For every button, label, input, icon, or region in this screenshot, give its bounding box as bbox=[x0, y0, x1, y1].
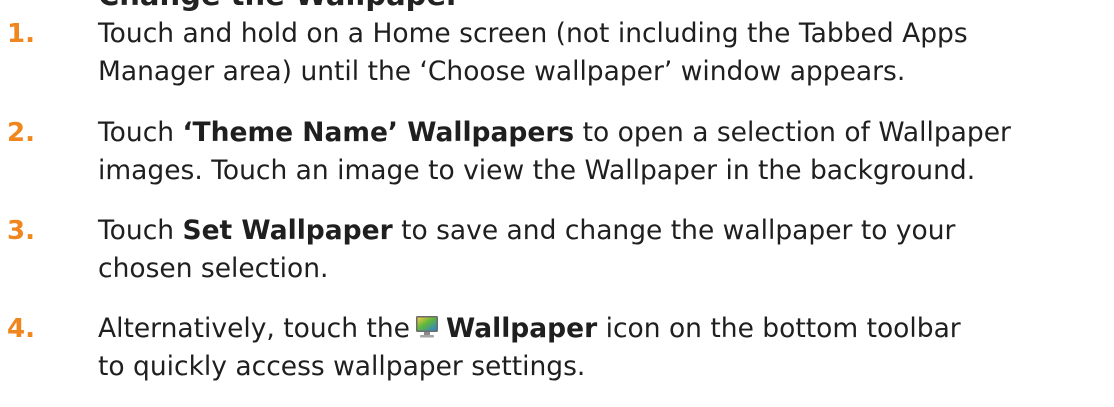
step-number: 2. bbox=[7, 118, 35, 148]
instructions-page: Change the Wallpaper 1. Touch and hold o… bbox=[0, 0, 1114, 407]
step-text-plain: to save and change the wallpaper to your bbox=[392, 215, 956, 246]
step-line: Touch and hold on a Home screen (not inc… bbox=[98, 18, 968, 49]
step-line: Alternatively, touch the Wallpaper icon … bbox=[98, 310, 1108, 348]
wallpaper-icon bbox=[414, 313, 440, 339]
step-text-bold: Wallpaper bbox=[445, 313, 598, 344]
step-line: images. Touch an image to view the Wallp… bbox=[98, 155, 976, 186]
step-text: Touch and hold on a Home screen (not inc… bbox=[98, 15, 1108, 91]
step-number: 4. bbox=[7, 314, 35, 344]
section-heading: Change the Wallpaper bbox=[98, 0, 460, 12]
step-line: Touch Set Wallpaper to save and change t… bbox=[98, 212, 1108, 250]
step-text-bold: ‘Theme Name’ Wallpapers bbox=[182, 117, 575, 148]
step-number: 1. bbox=[7, 19, 35, 49]
step-text-plain: Touch bbox=[98, 117, 183, 148]
step-text: Touch Set Wallpaper to save and change t… bbox=[98, 212, 1108, 288]
step-line: Touch ‘Theme Name’ Wallpapers to open a … bbox=[98, 114, 1108, 152]
step-text: Touch ‘Theme Name’ Wallpapers to open a … bbox=[98, 114, 1108, 190]
step-line: to quickly access wallpaper settings. bbox=[98, 351, 586, 382]
step-text: Alternatively, touch the Wallpaper icon … bbox=[98, 310, 1108, 386]
step-text-plain: to open a selection of Wallpaper bbox=[574, 117, 1011, 148]
step-text-plain: Touch bbox=[98, 215, 183, 246]
step-text-plain: icon on the bottom toolbar bbox=[597, 313, 961, 344]
step-line: Manager area) until the ‘Choose wallpape… bbox=[98, 56, 906, 87]
step-number: 3. bbox=[7, 216, 35, 246]
step-text-plain: Alternatively, touch the bbox=[98, 313, 410, 344]
step-text-bold: Set Wallpaper bbox=[182, 215, 393, 246]
step-line: chosen selection. bbox=[98, 253, 329, 284]
